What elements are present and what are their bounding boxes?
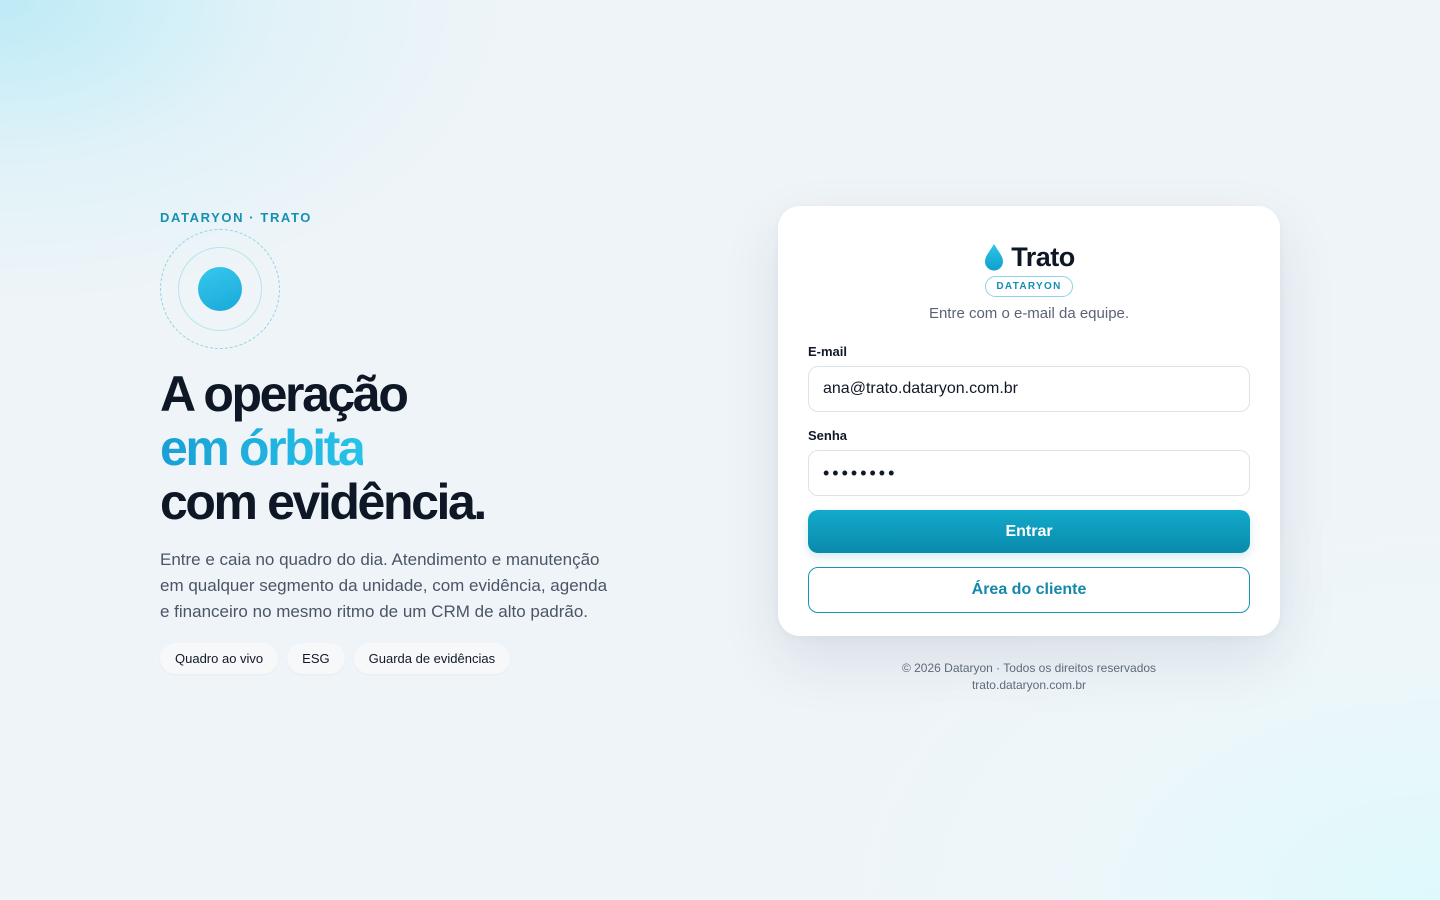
eyebrow-label: DATARYON · TRATO <box>160 210 312 225</box>
water-drop-icon <box>985 244 1004 271</box>
chip-evidence-storage: Guarda de evidências <box>353 643 511 674</box>
brand-logo: Trato <box>808 242 1250 272</box>
feature-chips: Quadro ao vivo ESG Guarda de evidências <box>160 643 630 674</box>
email-label: E-mail <box>808 344 848 359</box>
hero-section: DATARYON · TRATO A operação em órbita co… <box>160 210 630 674</box>
password-input[interactable] <box>808 450 1250 496</box>
hero-headline: A operação em órbita com evidência. <box>160 367 630 529</box>
orbit-planet <box>198 267 242 311</box>
orbit-icon <box>160 229 280 349</box>
copyright-text: © 2026 Dataryon · Todos os direitos rese… <box>901 661 1157 675</box>
hero-description: Entre e caia no quadro do dia. Atendimen… <box>160 550 608 621</box>
login-subtitle: Entre com o e-mail da equipe. <box>928 305 1130 322</box>
headline-line-2-accent: em órbita <box>160 420 366 476</box>
login-submit-button[interactable]: Entrar <box>808 510 1250 553</box>
password-label: Senha <box>808 428 848 443</box>
email-input[interactable] <box>808 366 1250 412</box>
headline-line-3: com evidência. <box>160 474 487 530</box>
client-area-button[interactable]: Área do cliente <box>808 567 1250 613</box>
chip-esg: ESG <box>287 643 345 674</box>
headline-line-1: A operação <box>160 366 409 422</box>
brand-name: Trato <box>1011 241 1075 272</box>
badge-wrapper: DATARYON <box>808 276 1250 297</box>
login-card: Trato DATARYON Entre com o e-mail da equ… <box>778 206 1280 636</box>
page-footer: © 2026 Dataryon · Todos os direitos rese… <box>778 660 1280 694</box>
chip-live-board: Quadro ao vivo <box>160 643 279 674</box>
footer-domain: trato.dataryon.com.br <box>971 678 1087 692</box>
brand-badge: DATARYON <box>985 276 1073 297</box>
